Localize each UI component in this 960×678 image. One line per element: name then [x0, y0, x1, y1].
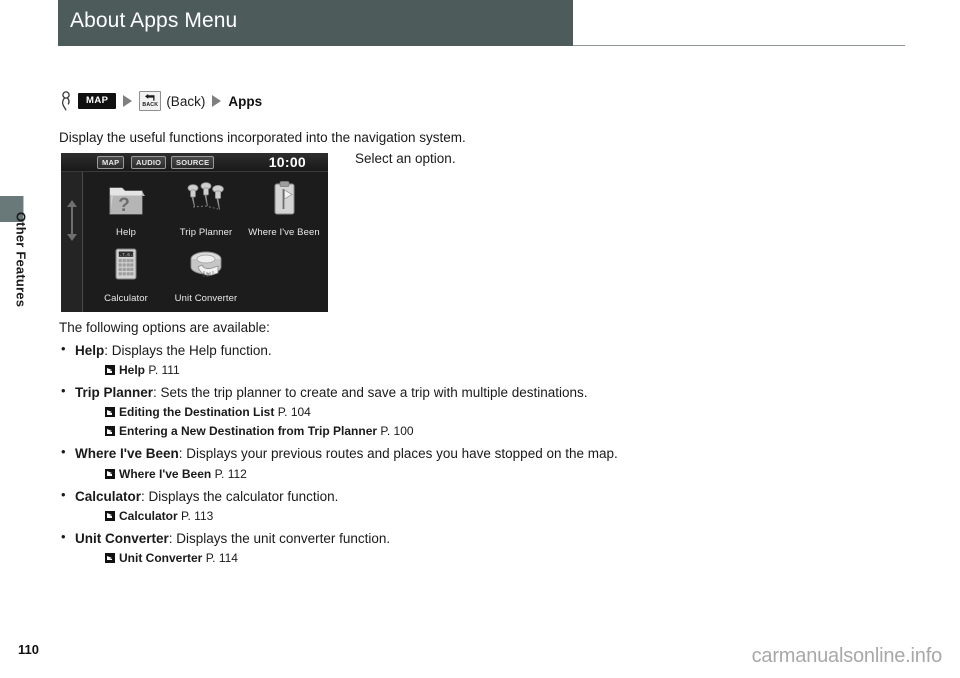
cross-reference[interactable]: Help P. 111: [59, 361, 619, 379]
list-item: Calculator: Displays the calculator func…: [59, 486, 619, 506]
page-header-band: About Apps Menu: [58, 0, 573, 46]
nav-map-button[interactable]: MAP: [97, 156, 125, 169]
reference-page: P. 111: [148, 363, 180, 378]
cross-reference[interactable]: Entering a New Destination from Trip Pla…: [59, 422, 619, 440]
page-number: 110: [18, 642, 39, 657]
list-item: Unit Converter: Displays the unit conver…: [59, 528, 619, 548]
jump-arrow-icon: [105, 468, 115, 479]
scroll-down-arrow-icon[interactable]: [67, 234, 77, 241]
list-item: Help: Displays the Help function.: [59, 340, 619, 360]
reference-title: Where I've Been: [119, 466, 212, 481]
back-button-label: BACK: [142, 101, 159, 108]
scroll-rail-stem: [71, 207, 73, 237]
return-arrow-icon: [145, 94, 155, 101]
nav-item-help[interactable]: ? Help: [86, 176, 166, 240]
breadcrumb-back-button[interactable]: BACK: [139, 91, 162, 111]
options-lead-text: The following options are available:: [59, 320, 270, 335]
intro-text: Display the useful functions incorporate…: [59, 130, 466, 145]
tape-measure-icon: 1 2: [166, 242, 246, 288]
option-term: Calculator: [75, 488, 142, 504]
cross-reference[interactable]: Editing the Destination List P. 104: [59, 403, 619, 421]
option-desc: : Displays the calculator function.: [141, 488, 339, 504]
option-desc: : Displays the unit converter function.: [168, 530, 391, 546]
option-desc: : Displays your previous routes and plac…: [178, 446, 618, 462]
option-term: Trip Planner: [75, 385, 154, 401]
svg-text:8.7.6.M: 8.7.6.M: [117, 253, 136, 258]
nav-clock: 10:00: [268, 154, 306, 170]
hand-pointer-icon: [62, 91, 70, 111]
pushpins-icon: [166, 176, 246, 222]
nav-item-label: Trip Planner: [179, 227, 233, 238]
options-list: The following options are available: Hel…: [59, 318, 619, 567]
option-desc: : Displays the Help function.: [104, 343, 272, 359]
reference-title: Entering a New Destination from Trip Pla…: [119, 424, 378, 439]
sidebar-section-label: Other Features: [13, 211, 29, 308]
jump-arrow-icon: [105, 426, 115, 437]
option-term: Help: [75, 343, 105, 359]
nav-item-calculator[interactable]: 8.7.6.M Calculator: [86, 242, 166, 306]
nav-item-where-ive-been[interactable]: Where I've Been: [244, 176, 324, 240]
reference-page: P. 112: [214, 466, 247, 481]
nav-item-label: Calculator: [104, 293, 148, 304]
nav-app-grid: ? Help Trip Planner Where I've Been 8.7.…: [84, 172, 328, 312]
svg-text:?: ?: [118, 195, 130, 216]
reference-title: Help: [119, 363, 146, 378]
header-divider-rule: [573, 45, 905, 46]
jump-arrow-icon: [105, 407, 115, 418]
list-item: Where I've Been: Displays your previous …: [59, 443, 619, 463]
reference-title: Calculator: [119, 508, 178, 523]
breadcrumb: MAP BACK (Back) Apps: [59, 90, 262, 112]
breadcrumb-destination: Apps: [228, 93, 263, 109]
nav-item-label: Unit Converter: [174, 293, 238, 304]
svg-text:1 2: 1 2: [203, 273, 210, 279]
calculator-icon: 8.7.6.M: [86, 242, 166, 288]
nav-audio-button[interactable]: AUDIO: [131, 156, 167, 169]
option-term: Where I've Been: [75, 446, 179, 462]
navigation-screen-illustration: MAP AUDIO SOURCE 10:00 ? Help Trip Plann…: [61, 153, 328, 312]
reference-title: Unit Converter: [119, 550, 203, 565]
nav-item-trip-planner[interactable]: Trip Planner: [166, 176, 246, 240]
triangle-right-icon-2: [212, 95, 222, 107]
nav-item-label: Where I've Been: [248, 227, 320, 238]
nav-item-label: Help: [116, 227, 136, 238]
page-title: About Apps Menu: [70, 9, 238, 32]
reference-page: P. 104: [277, 405, 311, 420]
triangle-right-icon: [123, 95, 133, 107]
cross-reference[interactable]: Calculator P. 113: [59, 507, 619, 525]
cross-reference[interactable]: Unit Converter P. 114: [59, 549, 619, 567]
reference-page: P. 100: [380, 424, 414, 439]
select-option-note: Select an option.: [355, 151, 456, 166]
breadcrumb-back-text: (Back): [166, 93, 206, 109]
nav-item-unit-converter[interactable]: 1 2 Unit Converter: [166, 242, 246, 306]
jump-arrow-icon: [105, 552, 115, 563]
option-desc: : Sets the trip planner to create and sa…: [153, 385, 588, 401]
reference-page: P. 113: [181, 508, 214, 523]
scroll-up-arrow-icon[interactable]: [67, 200, 77, 207]
nav-scroll-rail[interactable]: [61, 172, 83, 312]
clipboard-flag-icon: [244, 176, 324, 222]
option-term: Unit Converter: [75, 530, 169, 546]
nav-source-button[interactable]: SOURCE: [171, 156, 215, 169]
reference-page: P. 114: [205, 550, 238, 565]
jump-arrow-icon: [105, 365, 115, 376]
jump-arrow-icon: [105, 510, 115, 521]
cross-reference[interactable]: Where I've Been P. 112: [59, 465, 619, 483]
reference-title: Editing the Destination List: [119, 405, 275, 420]
help-folder-icon: ?: [86, 176, 166, 222]
list-item: Trip Planner: Sets the trip planner to c…: [59, 382, 619, 402]
site-watermark: carmanualsonline.info: [751, 645, 943, 667]
nav-top-bar: MAP AUDIO SOURCE 10:00: [61, 153, 328, 172]
breadcrumb-map-button[interactable]: MAP: [78, 93, 117, 109]
